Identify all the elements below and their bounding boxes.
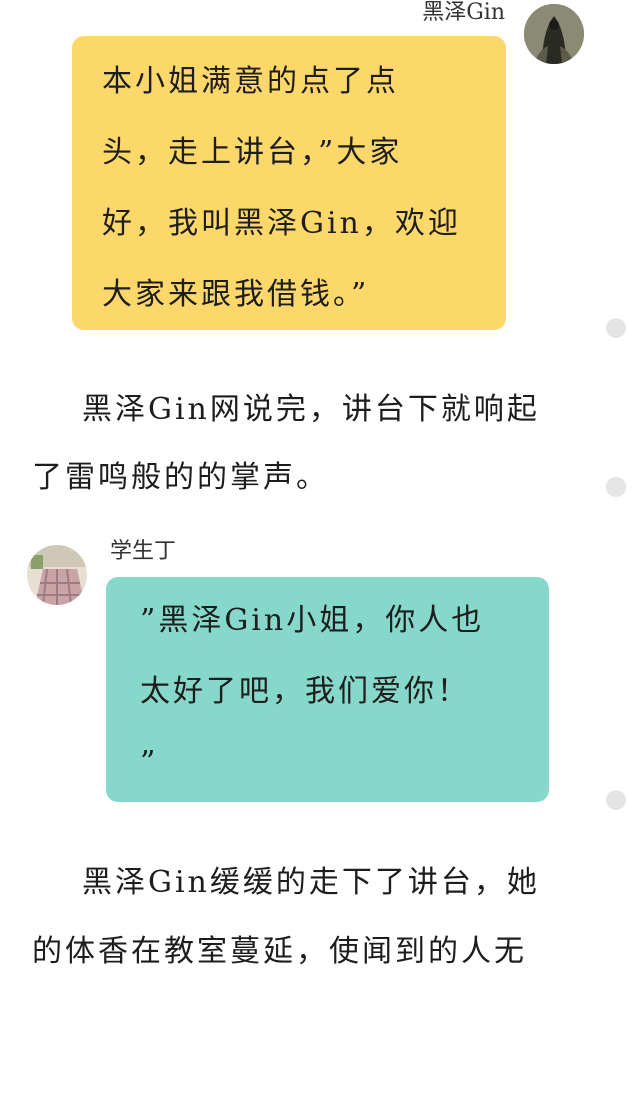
message-line: 好，我叫黑泽Gin，欢迎 <box>102 206 461 241</box>
narration-line: 黑泽Gin缓缓的走下了讲台，她 <box>82 865 540 900</box>
plaid-skirt-icon <box>27 545 87 605</box>
message-bubble-student: ”黑泽Gin小姐，你人也 太好了吧，我们爱你！ ” <box>106 577 549 802</box>
reading-progress-dot[interactable] <box>606 477 626 497</box>
sender-name-gin: 黑泽Gin <box>422 0 505 25</box>
narration-line: 黑泽Gin网说完，讲台下就响起 <box>82 392 540 427</box>
reading-progress-dot[interactable] <box>606 790 626 810</box>
avatar-student[interactable] <box>27 545 87 605</box>
narration-line: 了雷鸣般的的掌声。 <box>32 460 329 495</box>
message-line: ”黑泽Gin小姐，你人也 <box>140 603 485 638</box>
narration-line: 的体香在教室蔓延，使闻到的人无 <box>32 934 527 969</box>
message-bubble-gin: 本小姐满意的点了点 头，走上讲台，”大家 好，我叫黑泽Gin，欢迎 大家来跟我借… <box>72 36 506 330</box>
bottom-fade-overlay <box>0 975 640 1094</box>
message-line: 头，走上讲台，”大家 <box>102 135 403 170</box>
message-line: 太好了吧，我们爱你！ <box>140 674 470 709</box>
reading-progress-dot[interactable] <box>606 318 626 338</box>
message-line: 大家来跟我借钱。” <box>102 277 370 312</box>
message-line: 本小姐满意的点了点 <box>102 64 399 99</box>
dark-hooded-figure-icon <box>524 4 584 64</box>
avatar-gin[interactable] <box>524 4 584 64</box>
sender-name-student: 学生丁 <box>110 539 177 564</box>
message-line: ” <box>140 745 159 780</box>
